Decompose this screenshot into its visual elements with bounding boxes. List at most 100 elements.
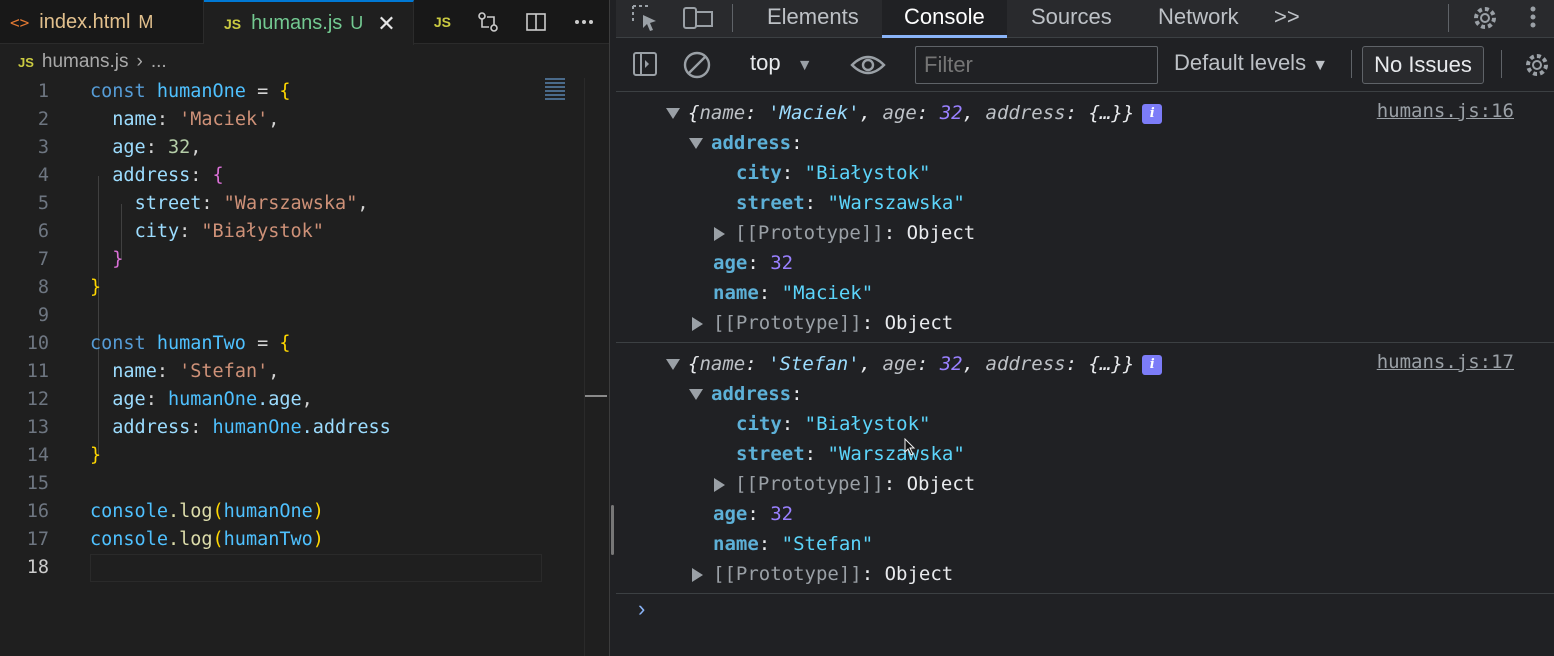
object-property: street: "Warszawska" — [736, 192, 965, 214]
source-link[interactable]: humans.js:16 — [1377, 100, 1514, 122]
close-icon[interactable]: ✕ — [377, 11, 395, 37]
device-toolbar-icon[interactable] — [682, 3, 714, 38]
object-property: age: 32 — [713, 252, 794, 274]
html-file-icon: <> — [10, 12, 30, 32]
code-line: 12 age: humanOne.age, — [26, 389, 313, 410]
object-property: name: "Maciek" — [713, 282, 874, 304]
editor-tab-bar: <> index.html M JS humans.js U ✕ JS — [0, 0, 609, 45]
more-tabs-icon[interactable]: >> — [1252, 0, 1322, 38]
object-property[interactable]: address: — [616, 128, 1554, 158]
expanded-triangle-icon[interactable] — [666, 108, 680, 119]
tab-humans-js[interactable]: JS humans.js U ✕ — [204, 0, 414, 45]
code-line: 11 name: 'Stefan', — [26, 361, 280, 382]
code-area[interactable]: 1 const humanOne = { 2 name: 'Maciek', 3 … — [0, 78, 600, 582]
object-property: street: "Warszawska" — [736, 443, 965, 465]
collapsed-triangle-icon[interactable] — [714, 477, 725, 492]
separator — [732, 4, 733, 32]
editor-scrollbar[interactable] — [584, 78, 585, 656]
expanded-triangle-icon[interactable] — [689, 389, 703, 400]
mouse-cursor-icon — [904, 437, 916, 461]
breadcrumb-symbol[interactable]: ... — [151, 51, 167, 73]
js-file-icon[interactable]: JS — [434, 14, 451, 30]
object-property: city: "Białystok" — [736, 162, 931, 184]
editor-actions: JS — [434, 0, 595, 44]
code-line: 3 age: 32, — [37, 137, 202, 158]
current-line-highlight — [90, 554, 542, 582]
minimap[interactable] — [545, 78, 565, 104]
js-file-icon: JS — [224, 15, 242, 32]
console-settings-gear-icon[interactable] — [1522, 50, 1552, 85]
chevron-right-icon: › — [136, 51, 143, 72]
live-expression-eye-icon[interactable] — [850, 52, 886, 83]
prototype-property[interactable]: [[Prototype]]: Object — [616, 469, 1554, 499]
expanded-triangle-icon[interactable] — [689, 138, 703, 149]
collapsed-triangle-icon[interactable] — [714, 226, 725, 241]
sidebar-toggle-icon[interactable] — [632, 50, 660, 83]
panel-divider[interactable] — [609, 0, 616, 656]
more-actions-icon[interactable] — [573, 11, 595, 33]
modified-badge: M — [138, 11, 154, 32]
info-icon[interactable]: i — [1142, 103, 1163, 124]
code-line: 6 city: "Białystok" — [37, 221, 324, 242]
dropdown-arrow-icon: ▼ — [1312, 57, 1329, 74]
separator — [1501, 50, 1502, 78]
prototype-property[interactable]: [[Prototype]]: Object — [616, 218, 1554, 248]
code-line: 9 — [37, 305, 49, 326]
tab-elements[interactable]: Elements — [745, 0, 881, 38]
inspect-element-icon[interactable] — [630, 3, 660, 38]
object-property[interactable]: address: — [616, 379, 1554, 409]
tab-network[interactable]: Network — [1136, 0, 1261, 38]
separator — [1448, 4, 1449, 32]
console-prompt[interactable]: › — [638, 596, 645, 622]
code-line: 7 } — [37, 249, 124, 270]
split-editor-icon[interactable] — [525, 11, 547, 33]
console-output: {name: 'Maciek', age: 32, address: {…}} i… — [616, 92, 1554, 594]
tab-console[interactable]: Console — [882, 0, 1007, 38]
code-line-current[interactable]: 18 — [0, 554, 600, 582]
settings-gear-icon[interactable] — [1470, 3, 1500, 38]
code-editor: <> index.html M JS humans.js U ✕ JS JS h… — [0, 0, 609, 656]
info-icon[interactable]: i — [1142, 354, 1163, 375]
code-line: 1 const humanOne = { — [37, 81, 291, 102]
context-selector[interactable]: top ▼ — [750, 50, 813, 76]
compare-changes-icon[interactable] — [477, 11, 499, 33]
collapsed-triangle-icon[interactable] — [692, 567, 703, 582]
source-link[interactable]: humans.js:17 — [1377, 351, 1514, 373]
object-property: age: 32 — [713, 503, 794, 525]
code-line: 8} — [37, 277, 102, 298]
object-property: name: "Stefan" — [713, 533, 874, 555]
more-options-icon[interactable] — [1528, 3, 1538, 38]
code-line: 13 address: humanOne.address — [26, 417, 391, 438]
issues-button[interactable]: No Issues — [1362, 46, 1484, 84]
resize-handle[interactable] — [611, 505, 614, 555]
filter-input[interactable] — [915, 46, 1158, 84]
collapsed-triangle-icon[interactable] — [692, 316, 703, 331]
console-message: {name: 'Maciek', age: 32, address: {…}} i… — [616, 92, 1554, 343]
clear-console-icon[interactable] — [682, 50, 712, 85]
code-line: 16 console.log(humanOne) — [26, 501, 324, 522]
scroll-position-marker — [585, 395, 607, 397]
code-line: 17 console.log(humanTwo) — [26, 529, 324, 550]
console-message: {name: 'Stefan', age: 32, address: {…}} i… — [616, 343, 1554, 594]
breadcrumb[interactable]: JS humans.js › ... — [18, 48, 167, 76]
prototype-property[interactable]: [[Prototype]]: Object — [616, 308, 1554, 338]
code-line: 14} — [26, 445, 102, 466]
code-line: 5 street: "Warszawska", — [37, 193, 369, 214]
tab-index-html[interactable]: <> index.html M — [0, 0, 204, 44]
tab-label: humans.js — [251, 12, 343, 34]
tab-label: index.html — [39, 10, 131, 33]
breadcrumb-file[interactable]: humans.js — [42, 51, 129, 73]
devtools-panel: Elements Console Sources Network >> top … — [616, 0, 1554, 656]
log-levels-dropdown[interactable]: Default levels ▼ — [1174, 50, 1328, 76]
code-line: 4 address: { — [37, 165, 224, 186]
untracked-badge: U — [350, 13, 364, 33]
tab-sources[interactable]: Sources — [1009, 0, 1134, 38]
code-line: 10 const humanTwo = { — [26, 333, 291, 354]
object-property: city: "Białystok" — [736, 413, 931, 435]
code-line: 15 — [26, 473, 49, 494]
prototype-property[interactable]: [[Prototype]]: Object — [616, 559, 1554, 589]
console-toolbar: top ▼ Default levels ▼ No Issues — [616, 38, 1554, 92]
separator — [1351, 50, 1352, 78]
expanded-triangle-icon[interactable] — [666, 359, 680, 370]
code-line: 2 name: 'Maciek', — [37, 109, 280, 130]
